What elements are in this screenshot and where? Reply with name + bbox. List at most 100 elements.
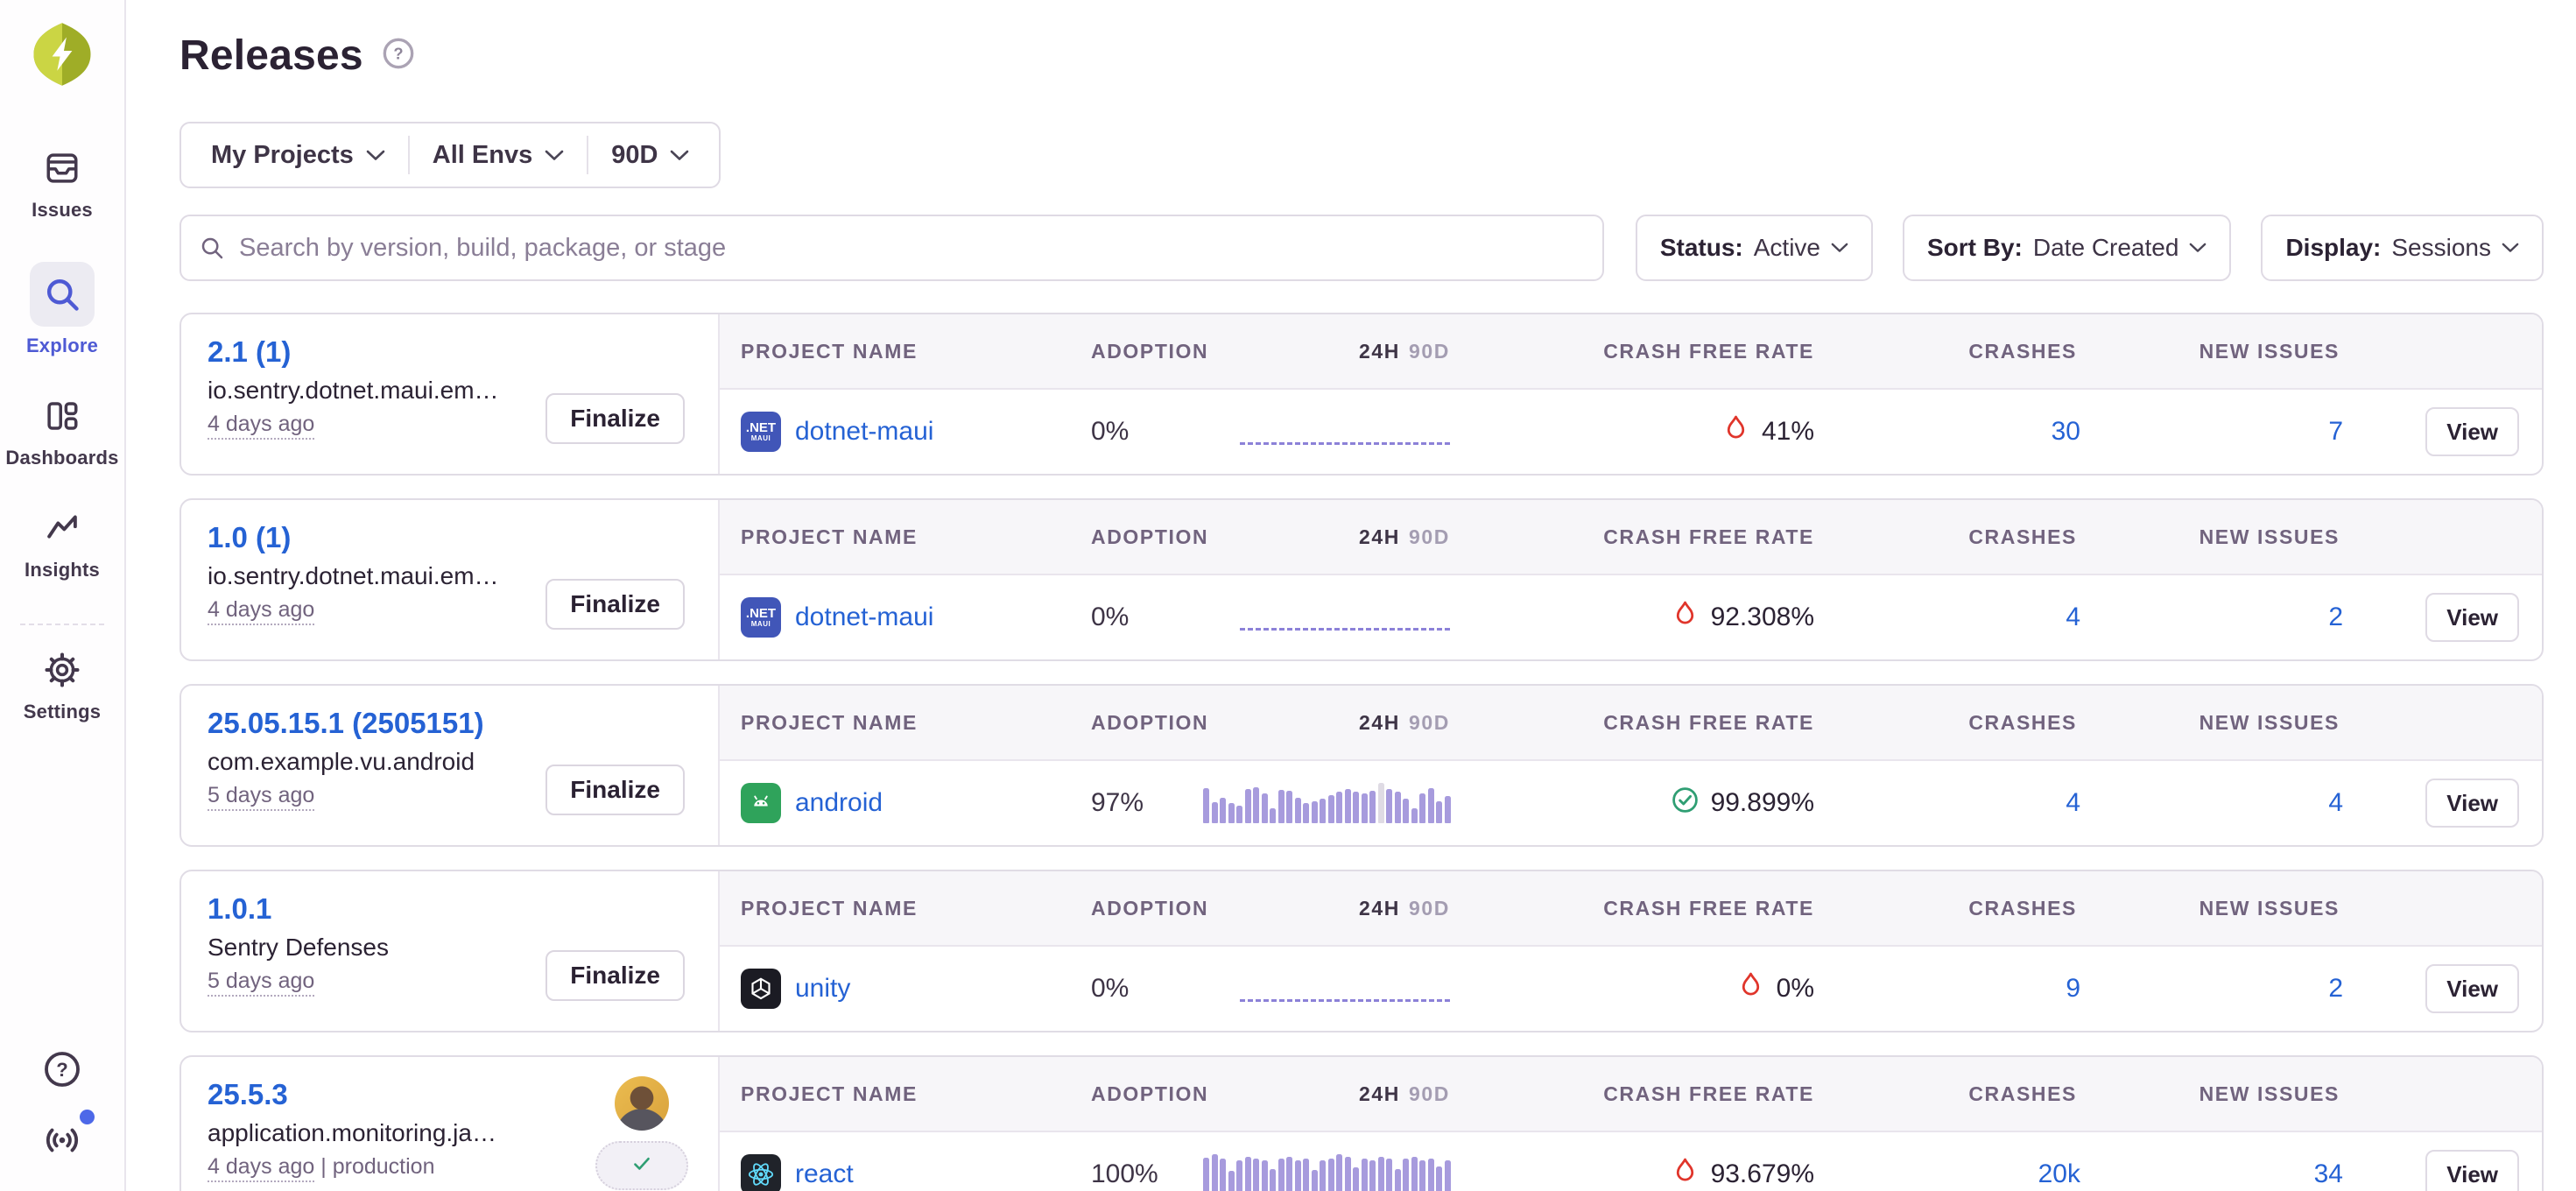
table-row: android 97% 99.899% 4 4 View — [720, 761, 2542, 845]
table-header: PROJECT NAME ADOPTION 24H90D CRASH FREE … — [720, 1057, 2542, 1132]
crash-free-check-icon — [1671, 786, 1700, 821]
date-range-value: 90D — [611, 141, 658, 170]
view-button[interactable]: View — [2425, 1150, 2519, 1191]
sidebar-item-label: Issues — [32, 199, 93, 222]
table-header: PROJECT NAME ADOPTION 24H90D CRASH FREE … — [720, 314, 2542, 390]
sidebar-item-explore[interactable]: Explore — [26, 262, 98, 357]
page-title: Releases — [179, 32, 363, 80]
whats-new-broadcast-icon[interactable] — [42, 1120, 82, 1165]
project-link[interactable]: dotnet-maui — [795, 603, 933, 632]
crash-free-value: 99.899% — [1711, 788, 1814, 818]
release-version-link[interactable]: 1.0 (1) — [208, 521, 291, 554]
toggle-24h[interactable]: 24H — [1359, 340, 1400, 363]
page-help-icon[interactable]: ? — [381, 36, 416, 75]
project-link[interactable]: unity — [795, 974, 850, 1004]
sort-by-dropdown[interactable]: Sort By: Date Created — [1903, 215, 2231, 281]
crashes-link[interactable]: 9 — [2066, 974, 2080, 1003]
release-info-panel: 1.0 (1) io.sentry.dotnet.maui.em… 4 days… — [181, 500, 720, 659]
new-issues-link[interactable]: 7 — [2328, 417, 2343, 446]
release-version-link[interactable]: 1.0.1 — [208, 892, 271, 926]
view-button[interactable]: View — [2425, 593, 2519, 642]
project-link[interactable]: dotnet-maui — [795, 417, 933, 447]
toggle-24h[interactable]: 24H — [1359, 1082, 1400, 1105]
new-issues-link[interactable]: 4 — [2328, 788, 2343, 817]
toggle-24h[interactable]: 24H — [1359, 897, 1400, 920]
release-health-table: PROJECT NAME ADOPTION 24H90D CRASH FREE … — [720, 1057, 2542, 1191]
environment-filter-dropdown[interactable]: All Envs — [410, 141, 587, 170]
toggle-90d[interactable]: 90D — [1409, 1082, 1450, 1105]
sidebar-item-issues[interactable]: Issues — [32, 150, 93, 222]
help-icon[interactable]: ? — [42, 1049, 82, 1094]
toggle-90d[interactable]: 90D — [1409, 525, 1450, 548]
date-range-dropdown[interactable]: 90D — [588, 141, 712, 170]
release-health-table: PROJECT NAME ADOPTION 24H90D CRASH FREE … — [720, 500, 2542, 659]
new-issues-link[interactable]: 34 — [2314, 1159, 2343, 1188]
finalize-button[interactable]: Finalize — [545, 950, 685, 1001]
view-button[interactable]: View — [2425, 407, 2519, 456]
notification-dot — [80, 1110, 95, 1124]
status-dropdown[interactable]: Status: Active — [1636, 215, 1873, 281]
release-info-panel: 25.5.3 application.monitoring.ja… 4 days… — [181, 1057, 720, 1191]
react-icon — [741, 1154, 781, 1191]
col-crash-free-rate: CRASH FREE RATE — [1467, 711, 1818, 735]
crashes-link[interactable]: 4 — [2066, 603, 2080, 631]
release-package: io.sentry.dotnet.maui.em… — [208, 377, 575, 405]
release-card: 25.5.3 application.monitoring.ja… 4 days… — [179, 1055, 2544, 1191]
col-project-name: PROJECT NAME — [741, 525, 1091, 549]
project-link[interactable]: android — [795, 788, 883, 818]
search-input[interactable] — [179, 215, 1604, 281]
display-dropdown[interactable]: Display: Sessions — [2261, 215, 2544, 281]
chevron-down-icon — [670, 150, 689, 161]
sidebar-footer: ? — [42, 1049, 82, 1165]
col-adoption: ADOPTION — [1091, 340, 1205, 363]
finalize-button[interactable]: Finalize — [545, 765, 685, 815]
dotnet-maui-icon: .NETMAUI — [741, 597, 781, 638]
view-button[interactable]: View — [2425, 964, 2519, 1013]
col-crashes: CRASHES — [1818, 340, 2080, 363]
sidebar-item-dashboards[interactable]: Dashboards — [5, 398, 118, 469]
release-version-link[interactable]: 25.5.3 — [208, 1078, 288, 1111]
issues-icon — [44, 150, 81, 191]
adoption-value: 0% — [1091, 603, 1205, 632]
crashes-link[interactable]: 20k — [2038, 1159, 2080, 1188]
crashes-link[interactable]: 30 — [2052, 417, 2080, 446]
toggle-24h[interactable]: 24H — [1359, 525, 1400, 548]
table-header: PROJECT NAME ADOPTION 24H90D CRASH FREE … — [720, 686, 2542, 761]
status-value: Active — [1754, 234, 1820, 262]
dashboards-icon — [44, 398, 81, 439]
release-package: com.example.vu.android — [208, 748, 575, 776]
project-filter-value: My Projects — [211, 141, 354, 170]
toggle-90d[interactable]: 90D — [1409, 340, 1450, 363]
toggle-90d[interactable]: 90D — [1409, 897, 1450, 920]
col-new-issues: NEW ISSUES — [2080, 1082, 2343, 1106]
project-filter-dropdown[interactable]: My Projects — [188, 141, 408, 170]
new-issues-link[interactable]: 2 — [2328, 603, 2343, 631]
chevron-down-icon — [2189, 243, 2206, 253]
release-package: application.monitoring.ja… — [208, 1119, 575, 1147]
col-project-name: PROJECT NAME — [741, 340, 1091, 363]
sidebar-item-insights[interactable]: Insights — [25, 510, 100, 581]
table-header: PROJECT NAME ADOPTION 24H90D CRASH FREE … — [720, 500, 2542, 575]
sidebar-item-settings[interactable]: Settings — [24, 652, 101, 723]
finalize-button[interactable]: Finalize — [545, 393, 685, 444]
view-button[interactable]: View — [2425, 779, 2519, 828]
release-version-link[interactable]: 2.1 (1) — [208, 335, 291, 369]
crash-free-fire-icon — [1671, 600, 1700, 636]
new-issues-link[interactable]: 2 — [2328, 974, 2343, 1003]
gear-icon — [44, 652, 81, 693]
col-crashes: CRASHES — [1818, 1082, 2080, 1106]
table-row: react 100% 93.679% 20k 34 View — [720, 1132, 2542, 1191]
display-value: Sessions — [2391, 234, 2491, 262]
adoption-sparkline — [1203, 1154, 1450, 1191]
release-info-panel: 1.0.1 Sentry Defenses 5 days ago Finaliz… — [181, 871, 720, 1031]
project-link[interactable]: react — [795, 1159, 854, 1189]
adoption-sparkline — [1240, 604, 1450, 631]
toggle-90d[interactable]: 90D — [1409, 711, 1450, 734]
finalize-button[interactable]: Finalize — [545, 579, 685, 630]
finalized-check-button[interactable] — [595, 1141, 688, 1190]
sentry-logo-icon[interactable] — [28, 19, 96, 94]
crashes-link[interactable]: 4 — [2066, 788, 2080, 817]
release-version-link[interactable]: 25.05.15.1 (2505151) — [208, 707, 484, 740]
toggle-24h[interactable]: 24H — [1359, 711, 1400, 734]
col-new-issues: NEW ISSUES — [2080, 897, 2343, 920]
